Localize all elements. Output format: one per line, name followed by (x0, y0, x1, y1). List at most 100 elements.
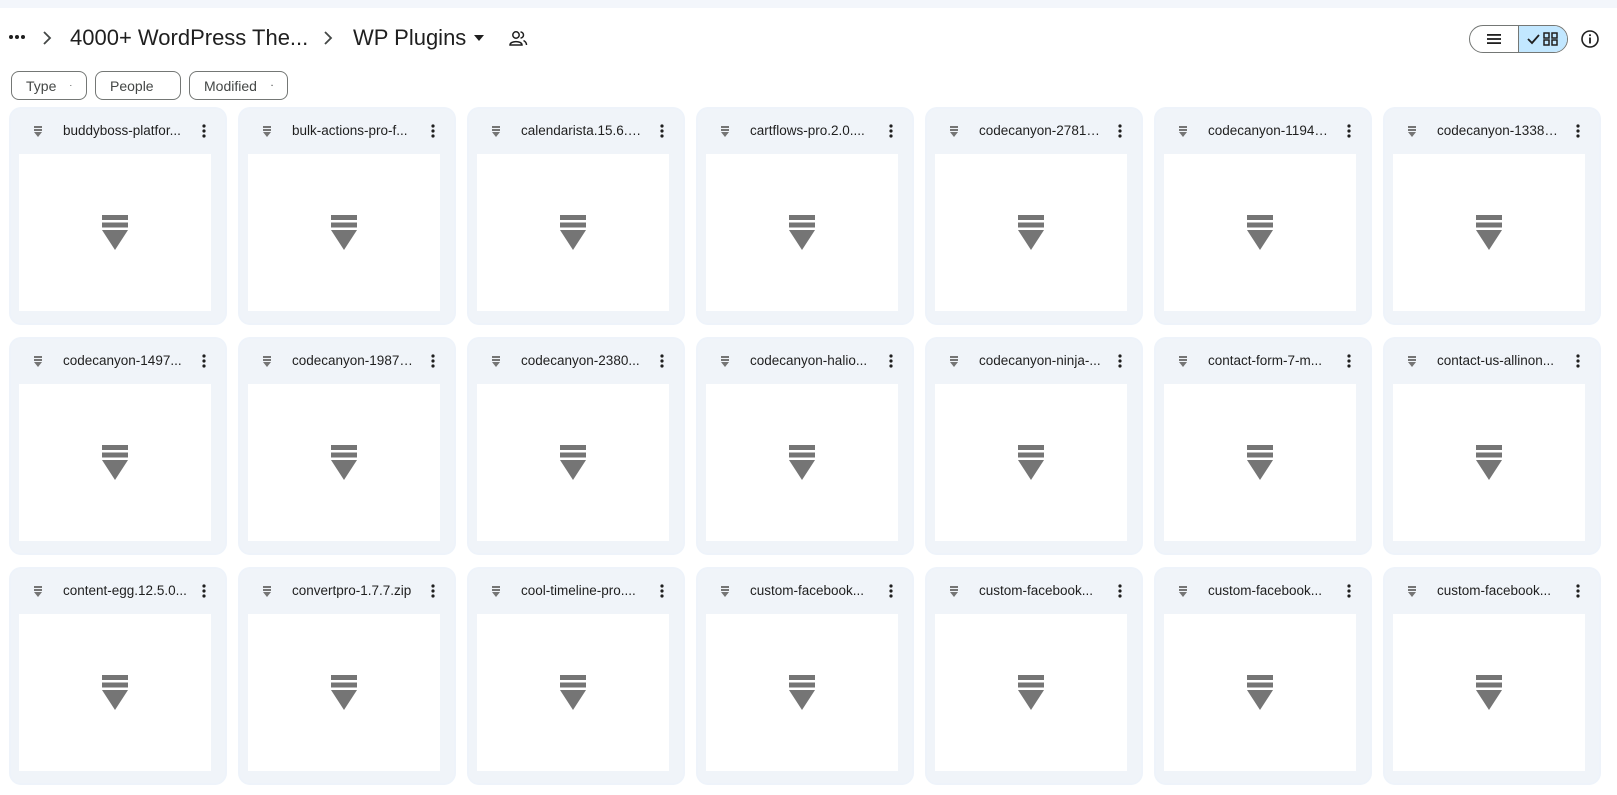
more-vert-icon[interactable] (1570, 351, 1586, 371)
more-vert-icon[interactable] (1112, 581, 1128, 601)
file-thumbnail[interactable] (706, 154, 898, 311)
zip-file-icon (720, 356, 730, 368)
file-thumbnail[interactable] (248, 384, 440, 541)
file-thumbnail[interactable] (1393, 154, 1585, 311)
file-thumbnail[interactable] (477, 154, 669, 311)
more-vert-icon[interactable] (654, 581, 670, 601)
file-card[interactable]: custom-facebook... (1385, 569, 1599, 783)
more-vert-icon[interactable] (883, 351, 899, 371)
file-card[interactable]: contact-form-7-m... (1156, 339, 1370, 553)
zip-file-icon (720, 126, 730, 138)
zip-file-icon (788, 674, 816, 711)
file-card[interactable]: cartflows-pro.2.0.... (698, 109, 912, 323)
type-filter-chip[interactable]: Type (11, 71, 87, 100)
file-card[interactable]: content-egg.12.5.0... (11, 569, 225, 783)
file-thumbnail[interactable] (1164, 384, 1356, 541)
file-thumbnail[interactable] (935, 614, 1127, 771)
file-thumbnail[interactable] (706, 614, 898, 771)
zip-file-icon (33, 126, 43, 138)
file-card-header: codecanyon-halio... (698, 339, 912, 384)
zip-file-icon (1017, 674, 1045, 711)
file-card[interactable]: codecanyon-27813... (927, 109, 1141, 323)
file-thumbnail[interactable] (477, 384, 669, 541)
file-name: convertpro-1.7.7.zip (292, 583, 412, 598)
file-card[interactable]: custom-facebook... (927, 569, 1141, 783)
file-card[interactable]: custom-facebook... (1156, 569, 1370, 783)
file-thumbnail[interactable] (19, 154, 211, 311)
more-vert-icon[interactable] (1341, 121, 1357, 141)
more-vert-icon[interactable] (196, 581, 212, 601)
more-vert-icon[interactable] (1570, 121, 1586, 141)
file-thumbnail[interactable] (248, 614, 440, 771)
header: 4000+ WordPress The... WP Plugins (0, 18, 1617, 60)
info-icon[interactable] (1579, 28, 1601, 50)
more-vert-icon[interactable] (196, 351, 212, 371)
shared-people-icon[interactable] (508, 29, 528, 47)
file-card[interactable]: bulk-actions-pro-f... (240, 109, 454, 323)
more-vert-icon[interactable] (425, 121, 441, 141)
modified-filter-chip[interactable]: Modified (189, 71, 288, 100)
grid-view-button[interactable] (1518, 26, 1567, 52)
file-card[interactable]: codecanyon-2380... (469, 339, 683, 553)
more-vert-icon[interactable] (883, 581, 899, 601)
file-card-header: contact-form-7-m... (1156, 339, 1370, 384)
zip-file-icon (1246, 214, 1274, 251)
file-card[interactable]: codecanyon-11943... (1156, 109, 1370, 323)
breadcrumb-current-folder[interactable]: WP Plugins (353, 23, 486, 53)
file-card[interactable]: cool-timeline-pro.... (469, 569, 683, 783)
zip-file-icon (1475, 444, 1503, 481)
more-vert-icon[interactable] (196, 121, 212, 141)
file-card[interactable]: codecanyon-1497... (11, 339, 225, 553)
zip-file-icon (1017, 214, 1045, 251)
more-vert-icon[interactable] (654, 351, 670, 371)
file-card[interactable]: contact-us-allinon... (1385, 339, 1599, 553)
file-thumbnail[interactable] (477, 614, 669, 771)
file-card-header: calendarista.15.6.4.... (469, 109, 683, 154)
file-name: codecanyon-halio... (750, 353, 868, 368)
caret-down-icon (472, 33, 486, 43)
file-card[interactable]: codecanyon-ninja-... (927, 339, 1141, 553)
file-card[interactable]: convertpro-1.7.7.zip (240, 569, 454, 783)
file-thumbnail[interactable] (1393, 384, 1585, 541)
more-vert-icon[interactable] (1341, 351, 1357, 371)
file-card-header: contact-us-allinon... (1385, 339, 1599, 384)
file-thumbnail[interactable] (935, 154, 1127, 311)
more-vert-icon[interactable] (883, 121, 899, 141)
zip-file-icon (1178, 126, 1188, 138)
file-card[interactable]: codecanyon-19878... (240, 339, 454, 553)
more-vert-icon[interactable] (1112, 121, 1128, 141)
file-card[interactable]: calendarista.15.6.4.... (469, 109, 683, 323)
file-thumbnail[interactable] (1393, 614, 1585, 771)
more-vert-icon[interactable] (654, 121, 670, 141)
zip-file-icon (949, 356, 959, 368)
list-view-button[interactable] (1470, 26, 1518, 52)
zip-file-icon (1178, 586, 1188, 598)
breadcrumb-parent[interactable]: 4000+ WordPress The... (70, 23, 308, 53)
file-thumbnail[interactable] (706, 384, 898, 541)
file-card-header: custom-facebook... (698, 569, 912, 614)
file-name: buddyboss-platfor... (63, 123, 181, 138)
chevron-right-icon (322, 30, 334, 46)
more-vert-icon[interactable] (425, 581, 441, 601)
file-card-header: codecanyon-ninja-... (927, 339, 1141, 384)
file-card[interactable]: codecanyon-13388... (1385, 109, 1599, 323)
file-grid: buddyboss-platfor... bulk-actions-pro-f..… (11, 109, 1617, 783)
file-card[interactable]: buddyboss-platfor... (11, 109, 225, 323)
more-vert-icon[interactable] (1570, 581, 1586, 601)
more-vert-icon[interactable] (1112, 351, 1128, 371)
file-thumbnail[interactable] (1164, 154, 1356, 311)
more-vert-icon[interactable] (425, 351, 441, 371)
file-thumbnail[interactable] (248, 154, 440, 311)
file-card[interactable]: codecanyon-halio... (698, 339, 912, 553)
file-thumbnail[interactable] (19, 614, 211, 771)
file-thumbnail[interactable] (1164, 614, 1356, 771)
zip-file-icon (330, 214, 358, 251)
zip-file-icon (101, 214, 129, 251)
file-card[interactable]: custom-facebook... (698, 569, 912, 783)
zip-file-icon (1407, 356, 1417, 368)
more-horiz-icon[interactable] (6, 28, 28, 46)
people-filter-chip[interactable]: People (95, 71, 181, 100)
file-thumbnail[interactable] (19, 384, 211, 541)
more-vert-icon[interactable] (1341, 581, 1357, 601)
file-thumbnail[interactable] (935, 384, 1127, 541)
